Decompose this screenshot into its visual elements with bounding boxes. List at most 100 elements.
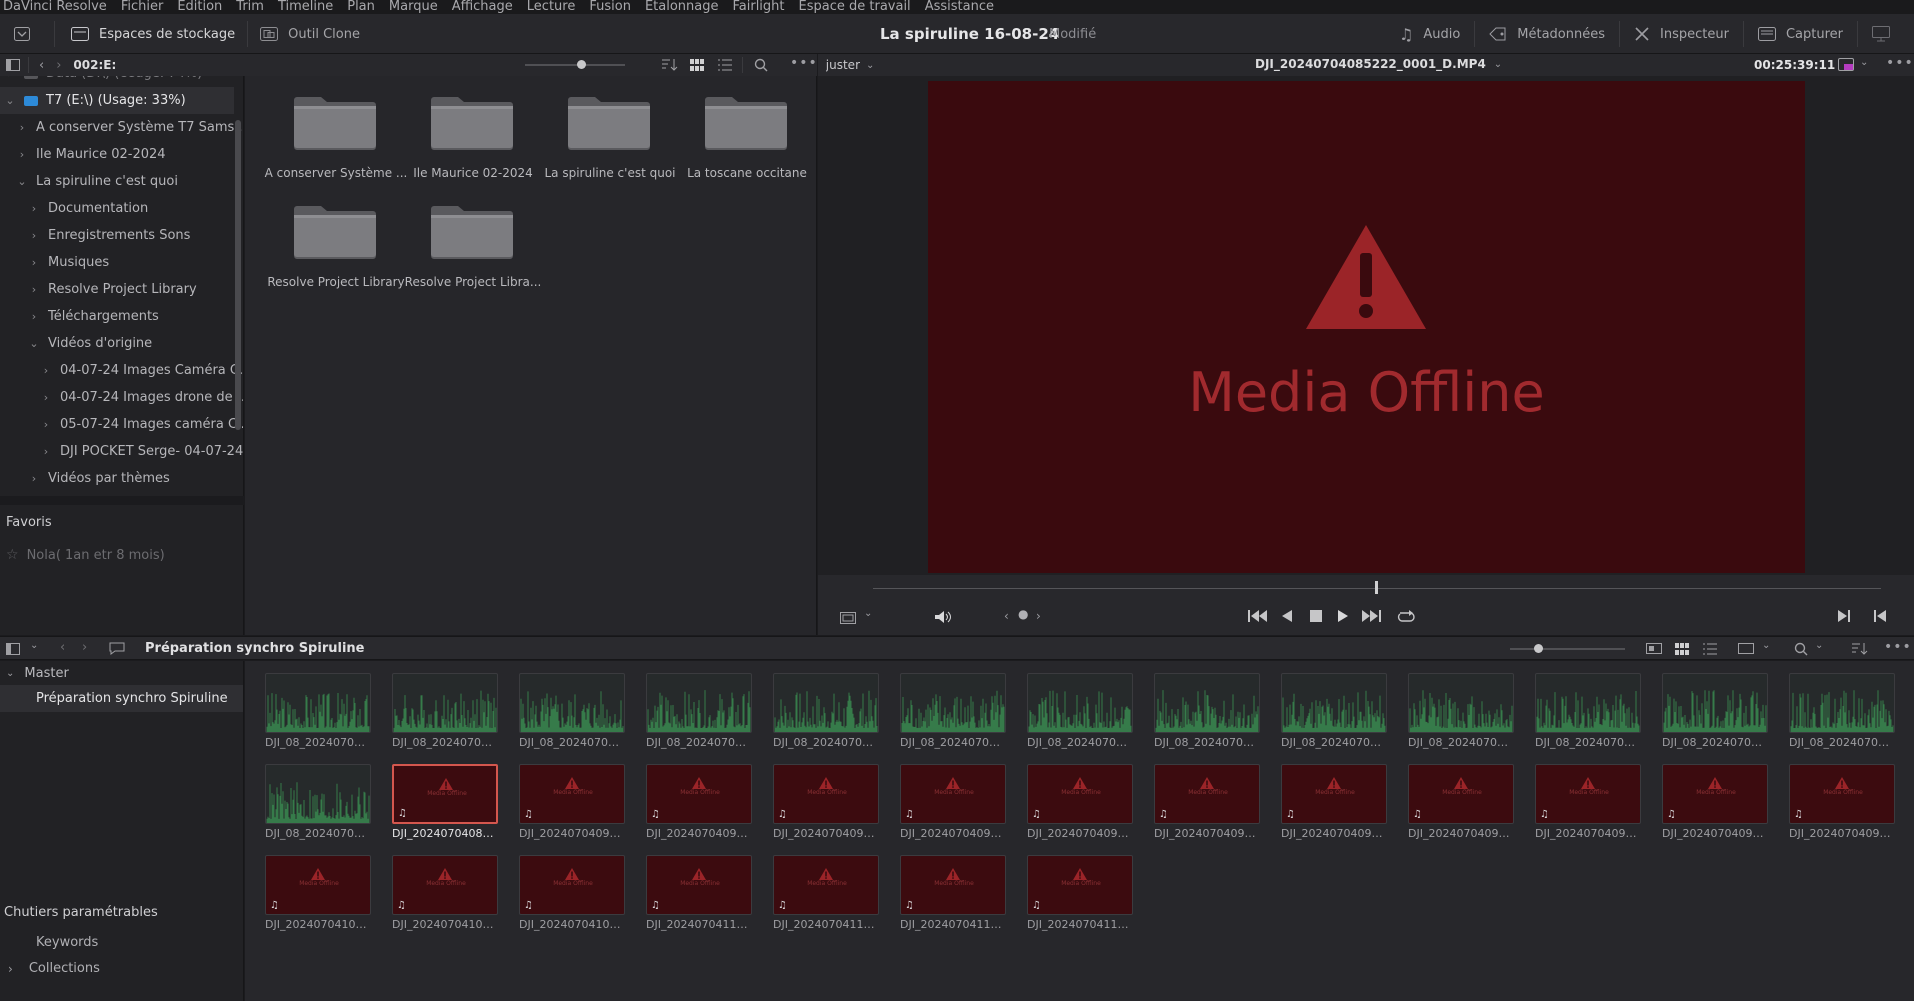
audio-button[interactable]: ♫ Audio	[1385, 14, 1474, 54]
tree-scrollbar[interactable]	[235, 120, 241, 430]
media-clip[interactable]: Media Offline ♫ DJI_202407041143...	[1027, 855, 1133, 935]
chevron-down-icon[interactable]: ⌄	[1815, 640, 1823, 651]
folder-item[interactable]: Resolve Project Library	[257, 185, 415, 289]
media-clip[interactable]: DJI_08_20240704_...	[265, 673, 371, 753]
list-view-icon[interactable]	[1703, 643, 1717, 655]
media-clip[interactable]: DJI_08_20240704_...	[1408, 673, 1514, 753]
reverse-play-icon[interactable]	[1282, 610, 1292, 622]
menu-item[interactable]: Timeline	[278, 0, 333, 14]
smart-bin-keywords[interactable]: Keywords	[36, 935, 98, 950]
aspect-icon[interactable]	[1738, 643, 1754, 654]
jog-right-icon[interactable]: ›	[1036, 609, 1041, 623]
tree-item[interactable]: › Vidéos par thèmes	[0, 465, 170, 492]
folder-item[interactable]: Resolve Project Libra...	[394, 185, 552, 289]
media-clip[interactable]: Media Offline ♫ DJI_202407040931...	[900, 764, 1006, 844]
sort-icon[interactable]	[1850, 642, 1868, 656]
folder-item[interactable]: A conserver Système ...	[257, 76, 415, 180]
first-frame-icon[interactable]	[1248, 610, 1268, 622]
media-clip[interactable]: Media Offline ♫ DJI_202407041013...	[265, 855, 371, 935]
forward-arrow-icon[interactable]: ›	[56, 58, 61, 73]
back-arrow-icon[interactable]: ‹	[39, 58, 44, 73]
list-view-icon[interactable]	[718, 59, 732, 71]
display-options-icon[interactable]	[1838, 58, 1854, 71]
storage-button[interactable]: Espaces de stockage	[55, 14, 247, 54]
menu-item[interactable]: Plan	[347, 0, 375, 14]
menu-item[interactable]: Fusion	[589, 0, 631, 14]
media-clip[interactable]: DJI_08_20240704_...	[1535, 673, 1641, 753]
menu-item[interactable]: Assistance	[925, 0, 994, 14]
menu-item[interactable]: Trim	[236, 0, 264, 14]
menu-item[interactable]: Affichage	[452, 0, 513, 14]
viewer[interactable]: Media Offline	[818, 76, 1914, 575]
media-clip[interactable]: Media Offline ♫ DJI_202407041119...	[646, 855, 752, 935]
media-clip[interactable]: Media Offline ♫ DJI_202407040953...	[1535, 764, 1641, 844]
media-clip[interactable]: Media Offline ♫ DJI_202407041127...	[900, 855, 1006, 935]
panel-toggle-button[interactable]	[0, 14, 54, 54]
loop-icon[interactable]	[1396, 608, 1416, 624]
chevron-down-icon[interactable]: ⌄	[1762, 640, 1770, 651]
more-options-icon[interactable]: •••	[1884, 639, 1912, 655]
thumb-size-handle[interactable]	[1534, 644, 1543, 653]
search-icon[interactable]	[1794, 642, 1808, 656]
media-clip[interactable]: Media Offline ♫ DJI_202407040852...	[392, 764, 498, 844]
grid-view-icon[interactable]	[1675, 643, 1689, 655]
thumb-size-slider[interactable]	[1510, 644, 1625, 653]
tree-item[interactable]: › Musiques	[0, 249, 109, 276]
media-clip[interactable]: Media Offline ♫ DJI_202407040948...	[1281, 764, 1387, 844]
sidebar-toggle-icon[interactable]	[6, 59, 20, 71]
media-clip[interactable]: DJI_08_20240704_...	[392, 673, 498, 753]
menu-item[interactable]: Edition	[177, 0, 222, 14]
menu-item[interactable]: Etalonnage	[645, 0, 719, 14]
more-options-icon[interactable]: •••	[790, 55, 818, 71]
media-clip[interactable]: Media Offline ♫ DJI_202407040932...	[1027, 764, 1133, 844]
play-icon[interactable]	[1338, 610, 1348, 622]
zoom-slider-handle[interactable]	[577, 60, 586, 69]
back-arrow-icon[interactable]: ‹	[60, 640, 65, 655]
media-clip[interactable]: DJI_08_20240704_...	[773, 673, 879, 753]
tree-item[interactable]: › A conserver Système T7 Sams...	[0, 114, 243, 141]
media-clip[interactable]: DJI_08_20240704_...	[1789, 673, 1895, 753]
folder-item[interactable]: La spiruline c'est quoi	[531, 76, 689, 180]
chevron-down-icon[interactable]: ⌄	[30, 640, 38, 651]
folder-item[interactable]: Ile Maurice 02-2024	[394, 76, 552, 180]
tree-item[interactable]: ⌄ Vidéos d'origine	[0, 330, 152, 357]
menu-item[interactable]: Lecture	[527, 0, 576, 14]
bin-item-selected[interactable]: Préparation synchro Spiruline	[0, 685, 243, 712]
jog-left-icon[interactable]: ‹	[1004, 609, 1009, 623]
prev-clip-icon[interactable]	[1874, 610, 1886, 622]
capture-button[interactable]: Capturer	[1744, 14, 1857, 54]
tree-item[interactable]: ⌄ La spiruline c'est quoi	[0, 168, 178, 195]
tree-item[interactable]: › Documentation	[0, 195, 148, 222]
tree-item[interactable]: › Téléchargements	[0, 303, 159, 330]
playhead[interactable]	[1375, 581, 1378, 594]
media-clip[interactable]: Media Offline ♫ DJI_202407041022...	[519, 855, 625, 935]
sidebar-toggle-icon[interactable]	[6, 643, 20, 655]
media-clip[interactable]: DJI_08_20240704_...	[646, 673, 752, 753]
folder-item[interactable]: La toscane occitane	[668, 76, 826, 180]
menu-item[interactable]: Marque	[389, 0, 438, 14]
media-clip[interactable]: Media Offline ♫ DJI_202407040930...	[773, 764, 879, 844]
media-clip[interactable]: DJI_08_20240704_...	[1154, 673, 1260, 753]
next-clip-icon[interactable]	[1838, 610, 1850, 622]
chevron-down-icon[interactable]: ⌄	[1860, 57, 1868, 68]
smart-bin-collections[interactable]: › Collections	[0, 961, 100, 976]
tree-item[interactable]: › 04-07-24 Images Caméra C...	[0, 357, 243, 384]
clip-name-dropdown[interactable]: DJI_20240704085222_0001_D.MP4 ⌄	[1255, 57, 1502, 71]
tree-item[interactable]: › Data (D:\) (Usage: 74%)	[0, 76, 202, 87]
media-clip[interactable]: Media Offline ♫ DJI_202407040953...	[1662, 764, 1768, 844]
grid-view-icon[interactable]	[690, 59, 704, 71]
sort-icon[interactable]	[660, 58, 678, 72]
zoom-slider[interactable]	[525, 60, 625, 69]
favorite-item[interactable]: ☆ Nola( 1an etr 8 mois)	[6, 547, 165, 563]
media-clip[interactable]: Media Offline ♫ DJI_202407041126...	[773, 855, 879, 935]
more-options-icon[interactable]: •••	[1886, 55, 1914, 71]
forward-arrow-icon[interactable]: ›	[82, 640, 87, 655]
media-clip[interactable]: DJI_08_20240704_...	[265, 764, 371, 844]
tree-item[interactable]: ⌄ T7 (E:\) (Usage: 33%)	[0, 87, 234, 114]
tree-item[interactable]: › Enregistrements Sons	[0, 222, 191, 249]
jog-dot-icon[interactable]: ●	[1018, 607, 1028, 621]
menu-item[interactable]: Espace de travail	[799, 0, 911, 14]
media-clip[interactable]: DJI_08_20240704_...	[900, 673, 1006, 753]
media-clip[interactable]: Media Offline ♫ DJI_202407040920...	[519, 764, 625, 844]
viewer-mode-icon[interactable]	[840, 612, 856, 624]
